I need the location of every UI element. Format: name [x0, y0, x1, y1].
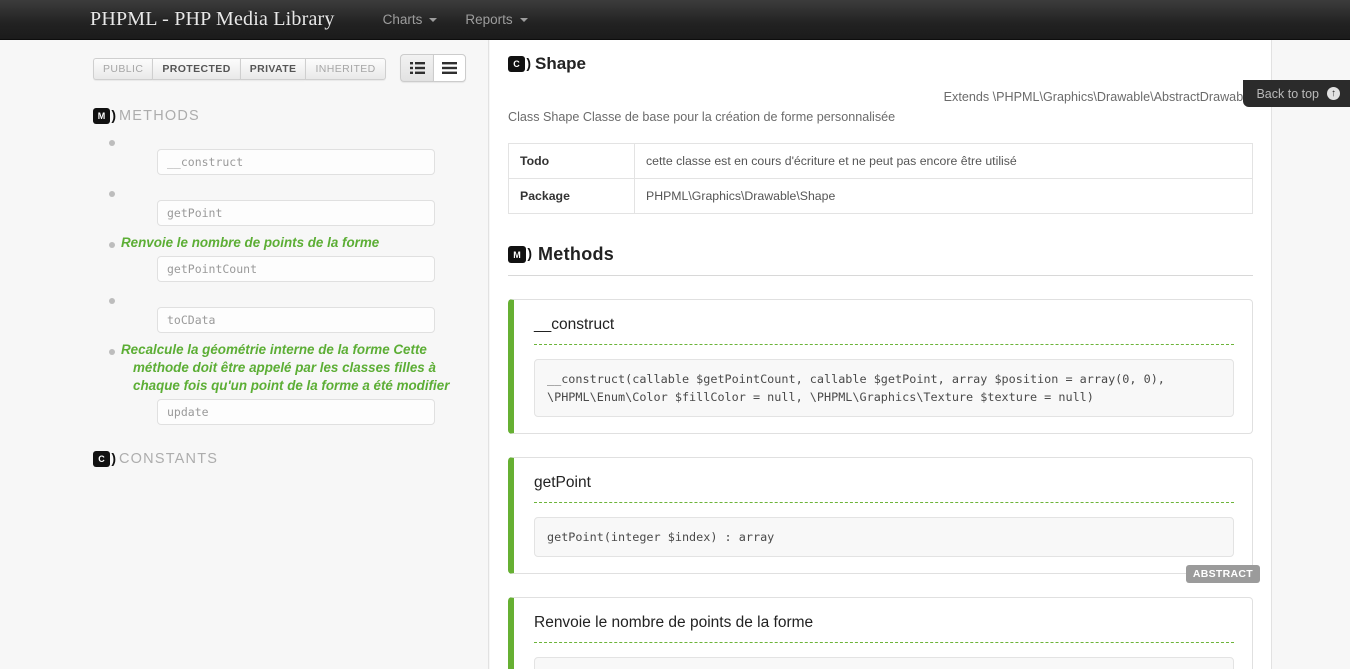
nav-item-reports-label: Reports — [465, 12, 513, 27]
sidebar-toolbar: PUBLIC PROTECTED PRIVATE INHERITED — [93, 54, 466, 82]
class-meta-table: Todo cette classe est en cours d'écritur… — [508, 143, 1253, 214]
page-body: Back to top ↑ PUBLIC PROTECTED PRIVATE I… — [0, 40, 1350, 669]
method-description — [121, 183, 466, 196]
circle-up-arrow-icon: ↑ — [1327, 87, 1340, 100]
nav-links: Charts Reports — [369, 0, 542, 40]
method-signature: getPointCount() : integer — [534, 657, 1234, 669]
brand-title[interactable]: PHPML - PHP Media Library — [90, 8, 335, 31]
method-name-box[interactable]: update — [157, 399, 435, 425]
method-name-box[interactable]: getPoint — [157, 200, 435, 226]
method-card[interactable]: __construct __construct(callable $getPoi… — [508, 299, 1253, 434]
method-description: Recalcule la géométrie interne de la for… — [121, 342, 450, 393]
table-row: Package PHPML\Graphics\Drawable\Shape — [508, 178, 1253, 214]
method-description — [121, 132, 466, 145]
method-signature: getPoint(integer $index) : array — [534, 517, 1234, 557]
top-navbar: PHPML - PHP Media Library Charts Reports — [0, 0, 1350, 40]
method-card-title: Renvoie le nombre de points de la forme — [534, 614, 814, 631]
view-toggle-group — [400, 54, 466, 82]
filter-private-button[interactable]: PRIVATE — [239, 58, 306, 80]
sidebar: PUBLIC PROTECTED PRIVATE INHERITED M) M… — [0, 40, 489, 669]
method-name-box[interactable]: getPointCount — [157, 256, 435, 282]
nav-item-charts-label: Charts — [382, 12, 423, 27]
method-name-box[interactable]: toCData — [157, 307, 435, 333]
sidebar-section-methods: M METHODS — [93, 107, 466, 124]
method-description: Renvoie le nombre de points de la forme — [121, 235, 380, 250]
nav-item-charts[interactable]: Charts — [369, 0, 452, 40]
compact-view-button[interactable] — [433, 54, 466, 82]
status-badge: ABSTRACT — [1185, 565, 1260, 583]
method-card-title: __construct — [534, 316, 615, 333]
list-item[interactable]: getPoint — [93, 183, 466, 226]
method-signature: __construct(callable $getPointCount, cal… — [534, 359, 1234, 417]
meta-key: Todo — [508, 143, 635, 179]
methods-marker-icon: M — [508, 245, 532, 263]
method-card[interactable]: getPoint getPoint(integer $index) : arra… — [508, 457, 1260, 583]
class-header: C Shape — [508, 54, 1253, 74]
sidebar-section-constants: C CONSTANTS — [93, 450, 466, 467]
sidebar-section-methods-label: METHODS — [119, 108, 200, 124]
meta-key: Package — [508, 178, 635, 214]
sidebar-section-constants-label: CONSTANTS — [119, 451, 219, 467]
page-title: Shape — [535, 54, 587, 73]
filter-inherited-button[interactable]: INHERITED — [305, 58, 386, 80]
nav-item-reports[interactable]: Reports — [451, 0, 541, 40]
list-item[interactable]: Recalcule la géométrie interne de la for… — [93, 341, 466, 425]
justify-lines-icon — [442, 62, 457, 74]
meta-value: PHPML\Graphics\Drawable\Shape — [634, 178, 1253, 214]
list-item[interactable]: Renvoie le nombre de points de la forme … — [93, 234, 466, 282]
meta-value: cette classe est en cours d'écriture et … — [634, 143, 1253, 179]
filter-protected-button[interactable]: PROTECTED — [152, 58, 240, 80]
list-item[interactable]: toCData — [93, 290, 466, 333]
divider — [534, 642, 1234, 643]
class-extends: Extends \PHPML\Graphics\Drawable\Abstrac… — [943, 90, 1253, 104]
divider — [534, 344, 1234, 345]
table-row: Todo cette classe est en cours d'écritur… — [508, 143, 1253, 179]
methods-section-title: Methods — [538, 244, 615, 264]
back-to-top-label: Back to top — [1256, 86, 1319, 101]
filter-public-button[interactable]: PUBLIC — [93, 58, 153, 80]
visibility-filter-group: PUBLIC PROTECTED PRIVATE INHERITED — [93, 58, 386, 80]
chevron-down-icon — [429, 17, 438, 22]
chevron-down-icon — [519, 17, 528, 22]
divider — [534, 502, 1234, 503]
main-content: C Shape Extends \PHPML\Graphics\Drawable… — [490, 40, 1272, 669]
method-card-title: getPoint — [534, 474, 591, 491]
method-name-box[interactable]: __construct — [157, 149, 435, 175]
class-description: Class Shape Classe de base pour la créat… — [508, 110, 896, 124]
back-to-top-button[interactable]: Back to top ↑ — [1243, 80, 1350, 107]
sidebar-method-list: __construct getPoint Renvoie le nombre d… — [93, 132, 466, 425]
method-card[interactable]: Renvoie le nombre de points de la forme … — [508, 597, 1253, 669]
methods-marker-icon: M — [93, 107, 116, 124]
list-item[interactable]: __construct — [93, 132, 466, 175]
list-view-button[interactable] — [400, 54, 433, 82]
method-description — [121, 290, 466, 303]
class-marker-icon: C — [508, 55, 531, 72]
constants-marker-icon: C — [93, 450, 116, 467]
list-bullets-icon — [409, 62, 425, 74]
methods-section-header: M Methods — [508, 244, 1253, 276]
